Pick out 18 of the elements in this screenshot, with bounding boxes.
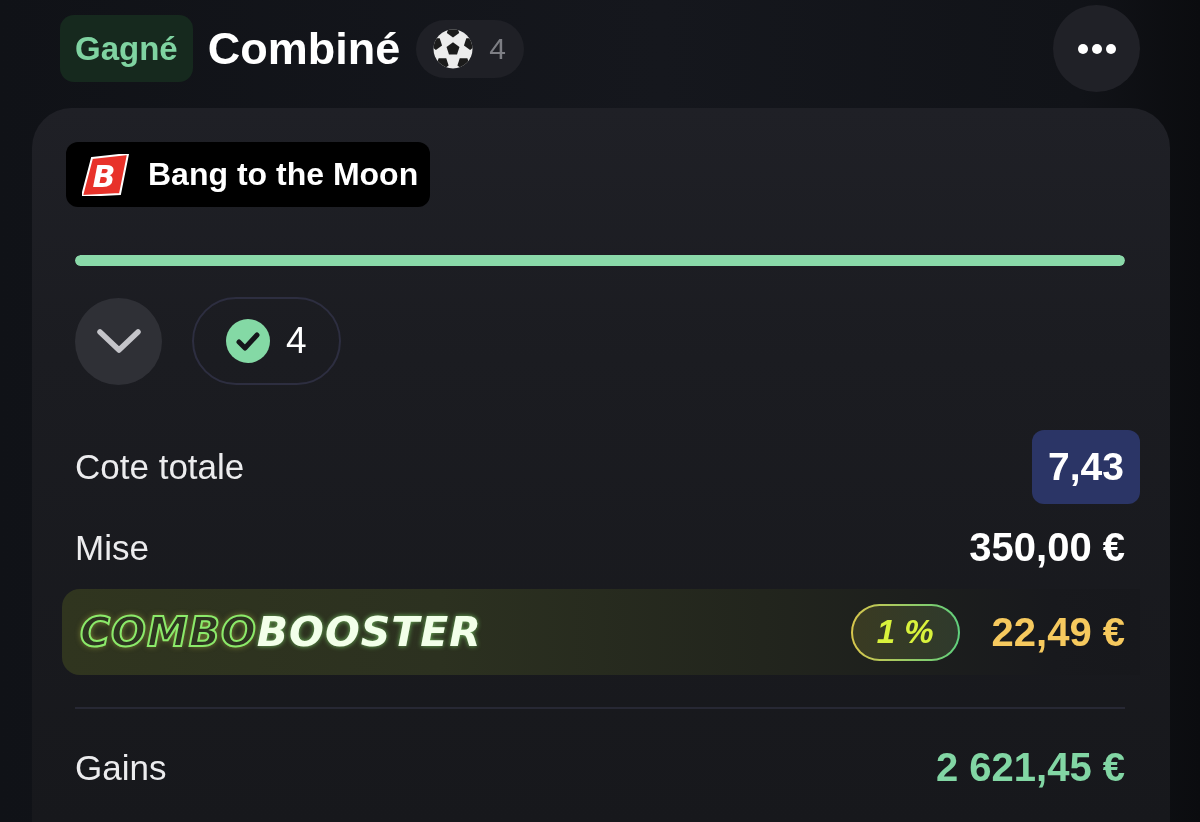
row-label: Mise [75,527,149,568]
bet-title: Combiné [207,22,401,75]
combo-booster-logo: COMBOBOOSTER [80,608,482,656]
promo-name: Bang to the Moon [148,156,419,193]
football-icon [433,28,474,69]
row-label: Gains [75,747,167,788]
check-circle-icon [226,319,270,363]
more-icon [1077,43,1116,54]
chevron-down-icon [95,328,142,354]
status-badge: Gagné [60,15,193,82]
odds-badge: 7,43 [1032,430,1140,504]
brand-logo: B [82,153,130,196]
winnings-value: 2 621,45 € [935,745,1125,790]
event-count: 4 [489,31,506,66]
won-count: 4 [286,320,307,362]
boost-amount: 22,49 € [991,609,1125,655]
row-label: Cote totale [75,447,245,487]
stake-value: 350,00 € [969,525,1125,570]
